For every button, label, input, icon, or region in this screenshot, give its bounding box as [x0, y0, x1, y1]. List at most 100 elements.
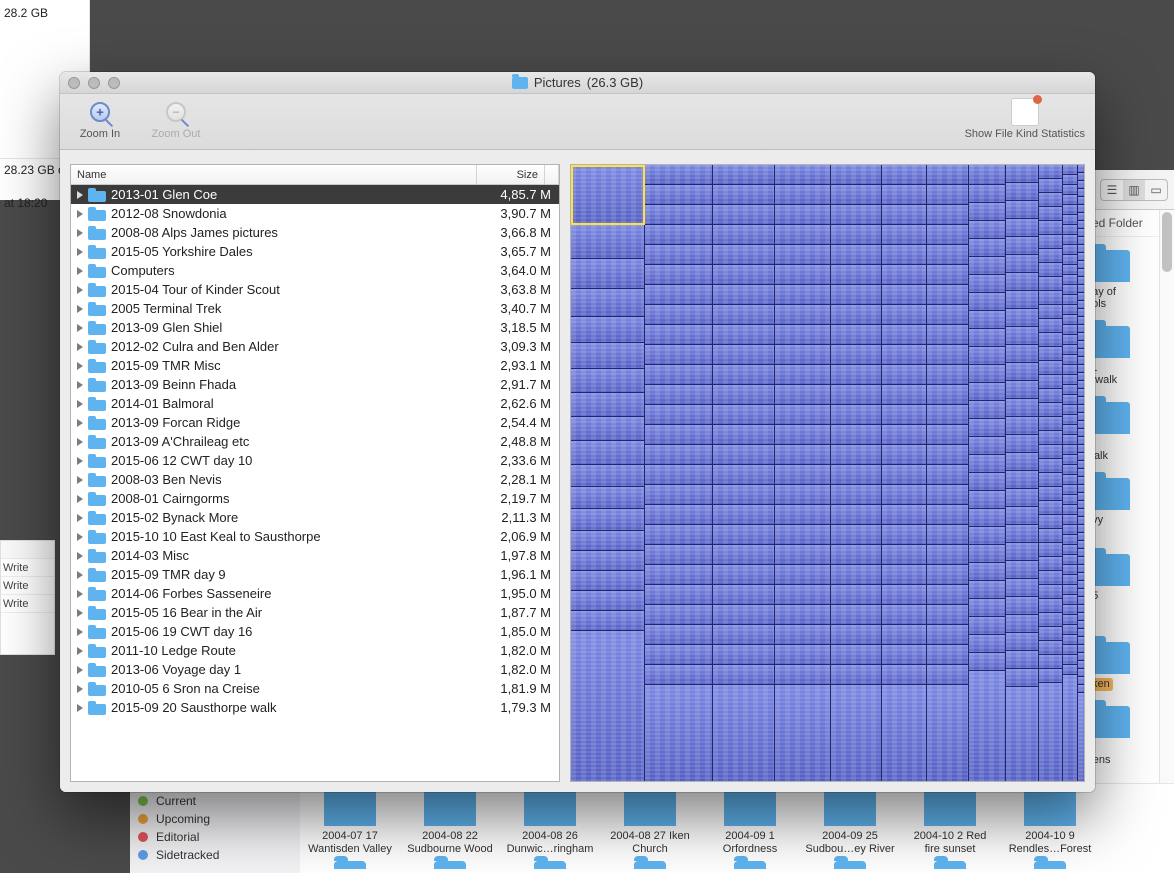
treemap-cell[interactable] — [1078, 277, 1084, 285]
treemap-cell[interactable] — [1078, 445, 1084, 453]
treemap-cell[interactable] — [969, 545, 1005, 563]
treemap-cell[interactable] — [1078, 453, 1084, 461]
treemap-cell[interactable] — [882, 345, 926, 365]
treemap-cell[interactable] — [1006, 363, 1038, 381]
treemap-cell[interactable] — [775, 265, 830, 285]
treemap-cell[interactable] — [571, 289, 644, 317]
treemap-cell[interactable] — [1063, 225, 1076, 235]
treemap-cell[interactable] — [713, 625, 774, 645]
treemap-cell[interactable] — [1006, 633, 1038, 651]
bg-folder[interactable]: 2004-08 22Sudbourne Wood — [400, 784, 500, 873]
treemap-cell[interactable] — [1063, 485, 1076, 495]
treemap-cell[interactable] — [1078, 229, 1084, 237]
treemap-cell[interactable] — [1006, 543, 1038, 561]
treemap-cell[interactable] — [713, 405, 774, 425]
treemap-cell[interactable] — [713, 345, 774, 365]
treemap-cell[interactable] — [1039, 571, 1063, 585]
bg-folder[interactable]: 2004-10 9Rendles…Forest — [1000, 784, 1100, 873]
treemap-cell[interactable] — [645, 225, 712, 245]
treemap-cell[interactable] — [1078, 493, 1084, 501]
list-row[interactable]: 2005 Terminal Trek3,40.7 M — [71, 299, 559, 318]
treemap-cell[interactable] — [969, 311, 1005, 329]
treemap-cell[interactable] — [927, 345, 967, 365]
view-gallery-icon[interactable]: ▭ — [1145, 180, 1167, 200]
treemap-column[interactable] — [713, 165, 775, 781]
treemap-cell[interactable] — [571, 317, 644, 343]
treemap-cell[interactable] — [1078, 461, 1084, 469]
treemap-cell[interactable] — [1078, 637, 1084, 645]
treemap-column[interactable] — [927, 165, 968, 781]
treemap-cell[interactable] — [1039, 319, 1063, 333]
treemap-cell[interactable] — [1078, 317, 1084, 325]
bg-folder[interactable]: 2004-07 17Wantisden Valley — [300, 784, 400, 873]
treemap-cell[interactable] — [969, 293, 1005, 311]
treemap-cell[interactable] — [713, 565, 774, 585]
tag-item[interactable]: Upcoming — [138, 812, 292, 826]
treemap-cell[interactable] — [1078, 525, 1084, 533]
treemap-cell[interactable] — [1063, 585, 1076, 595]
treemap-cell[interactable] — [571, 571, 644, 591]
treemap-cell[interactable] — [713, 525, 774, 545]
treemap-cell[interactable] — [1039, 669, 1063, 683]
view-icon-icon[interactable]: ☰ — [1101, 180, 1123, 200]
disclosure-triangle-icon[interactable] — [75, 513, 85, 523]
treemap-cell[interactable] — [1078, 309, 1084, 317]
treemap-cell[interactable] — [1006, 345, 1038, 363]
treemap-cell[interactable] — [1006, 273, 1038, 291]
treemap-cell[interactable] — [969, 437, 1005, 455]
treemap-cell[interactable] — [775, 165, 830, 185]
treemap-cell[interactable] — [645, 205, 712, 225]
treemap-cell[interactable] — [969, 329, 1005, 347]
treemap-cell[interactable] — [831, 345, 882, 365]
treemap-cell[interactable] — [645, 425, 712, 445]
treemap-cell[interactable] — [882, 525, 926, 545]
treemap-cell[interactable] — [1078, 237, 1084, 245]
treemap-cell[interactable] — [1078, 613, 1084, 621]
treemap-cell[interactable] — [927, 665, 967, 685]
treemap-cell[interactable] — [1078, 685, 1084, 693]
treemap-cell[interactable] — [1063, 205, 1076, 215]
treemap-cell[interactable] — [713, 665, 774, 685]
treemap-cell[interactable] — [831, 665, 882, 685]
treemap-cell[interactable] — [713, 505, 774, 525]
treemap-cell[interactable] — [775, 405, 830, 425]
treemap-cell[interactable] — [1078, 197, 1084, 205]
treemap-cell[interactable] — [713, 285, 774, 305]
treemap-cell[interactable] — [1078, 213, 1084, 221]
treemap-cell[interactable] — [927, 565, 967, 585]
treemap-cell[interactable] — [831, 485, 882, 505]
treemap-column[interactable] — [969, 165, 1006, 781]
treemap-cell[interactable] — [831, 645, 882, 665]
treemap-cell[interactable] — [969, 473, 1005, 491]
treemap-cell[interactable] — [831, 365, 882, 385]
list-row[interactable]: 2013-09 A'Chraileag etc2,48.8 M — [71, 432, 559, 451]
treemap-cell[interactable] — [882, 585, 926, 605]
treemap-cell[interactable] — [1063, 305, 1076, 315]
disclosure-triangle-icon[interactable] — [75, 266, 85, 276]
treemap-cell[interactable] — [1078, 517, 1084, 525]
tag-item[interactable]: Current — [138, 794, 292, 808]
treemap-cell[interactable] — [1006, 165, 1038, 183]
treemap-cell[interactable] — [645, 625, 712, 645]
list-row[interactable]: 2014-01 Balmoral2,62.6 M — [71, 394, 559, 413]
treemap-cell[interactable] — [1078, 589, 1084, 597]
treemap-cell[interactable] — [571, 611, 644, 631]
treemap-cell[interactable] — [1039, 403, 1063, 417]
treemap-cell[interactable] — [1039, 333, 1063, 347]
treemap-cell[interactable] — [882, 305, 926, 325]
treemap-cell[interactable] — [1063, 285, 1076, 295]
treemap-cell[interactable] — [1063, 445, 1076, 455]
treemap-cell[interactable] — [1039, 305, 1063, 319]
list-row[interactable]: 2015-05 16 Bear in the Air1,87.7 M — [71, 603, 559, 622]
treemap-cell[interactable] — [1039, 347, 1063, 361]
treemap-cell[interactable] — [969, 221, 1005, 239]
treemap-cell[interactable] — [969, 491, 1005, 509]
treemap-cell[interactable] — [882, 605, 926, 625]
treemap-cell[interactable] — [1006, 417, 1038, 435]
treemap-cell[interactable] — [1063, 645, 1076, 655]
treemap-cell[interactable] — [775, 585, 830, 605]
treemap-cell[interactable] — [831, 605, 882, 625]
treemap-cell[interactable] — [1039, 613, 1063, 627]
treemap-cell[interactable] — [1063, 195, 1076, 205]
treemap-cell[interactable] — [1063, 535, 1076, 545]
